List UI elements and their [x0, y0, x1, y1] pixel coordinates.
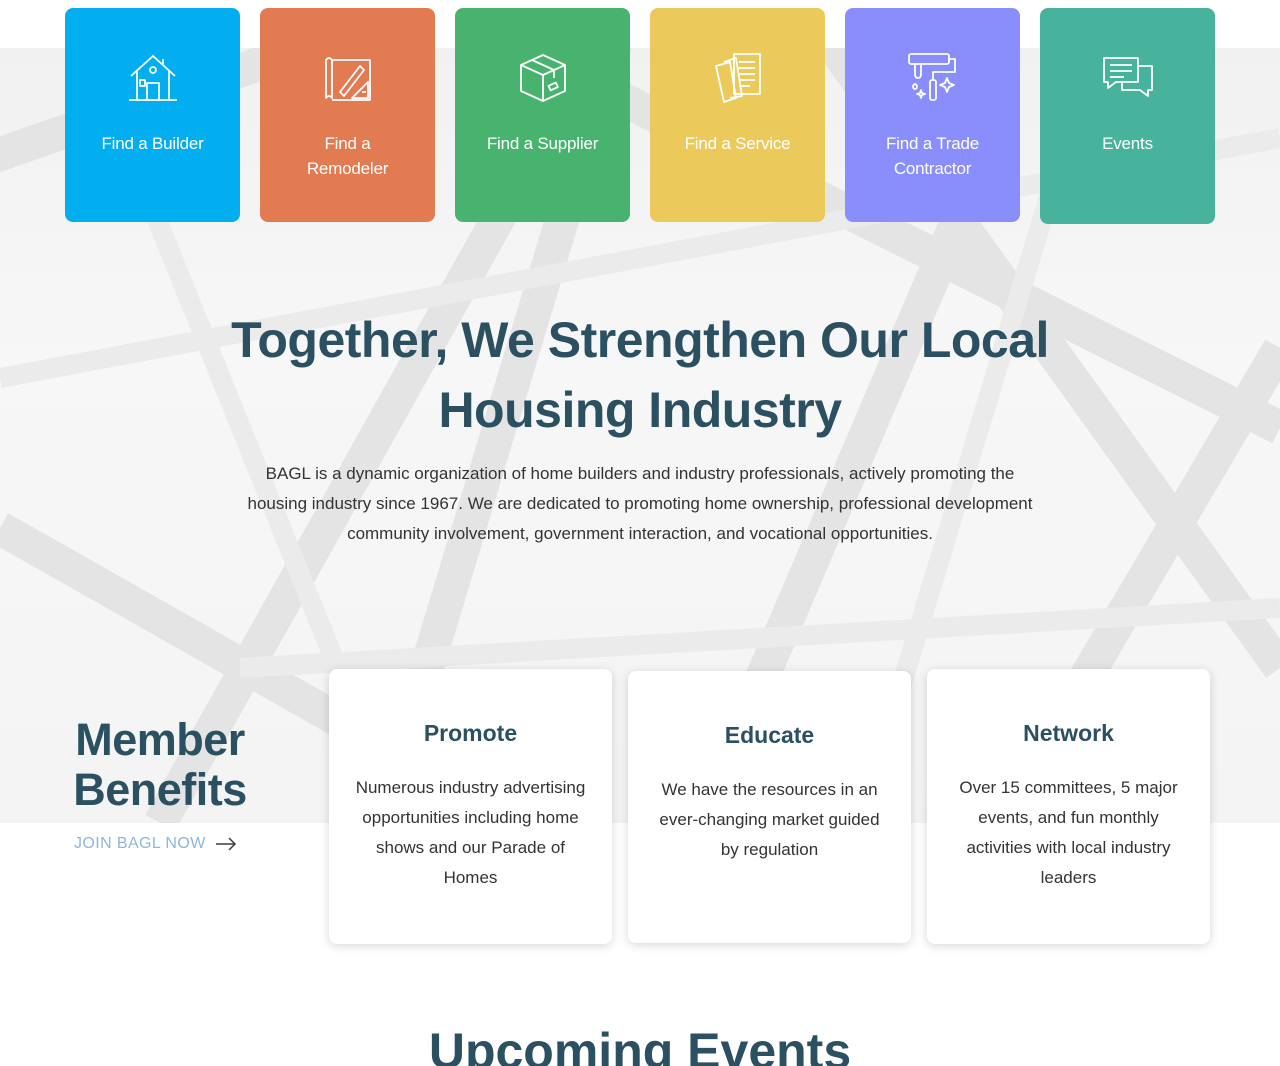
tile-label: Find a Remodeler	[306, 134, 389, 178]
paint-roller-icon	[907, 53, 956, 101]
tile-find-builder[interactable]: Find a Builder	[65, 8, 240, 222]
benefit-card-promote: Promote Numerous industry advertising op…	[329, 669, 612, 944]
hero-description: BAGL is a dynamic organization of home b…	[247, 464, 1033, 543]
tile-find-remodeler[interactable]: Find a Remodeler	[260, 8, 435, 222]
blueprint-icon	[324, 57, 371, 101]
card-title: Promote	[423, 720, 518, 746]
tile-find-service[interactable]: Find a Service	[650, 8, 825, 222]
tile-label: Find a Builder	[101, 134, 204, 153]
documents-icon	[714, 53, 761, 103]
upcoming-events-title: Upcoming Events	[428, 1023, 852, 1066]
benefit-card-educate: Educate We have the resources in an ever…	[628, 671, 911, 943]
house-icon	[128, 55, 177, 101]
card-text: We have the resources in an ever-changin…	[659, 780, 880, 859]
tile-label: Events	[1102, 134, 1153, 153]
card-text: Over 15 committees, 5 major events, and …	[959, 778, 1178, 887]
card-title: Network	[1023, 720, 1114, 746]
join-bagl-label: JOIN BAGL NOW	[74, 835, 206, 852]
arrow-right-icon	[215, 837, 236, 851]
card-title: Educate	[724, 722, 815, 748]
tile-find-trade-contractor[interactable]: Find a Trade Contractor	[845, 8, 1020, 222]
member-benefits-title: Member Benefits	[73, 714, 247, 815]
card-text: Numerous industry advertising opportunit…	[355, 778, 586, 887]
tile-events[interactable]: Events	[1040, 8, 1215, 224]
join-bagl-link[interactable]: JOIN BAGL NOW	[74, 832, 237, 856]
hero-title: Together, We Strengthen Our Local Housin…	[231, 312, 1049, 438]
benefit-card-network: Network Over 15 committees, 5 major even…	[927, 669, 1210, 944]
chat-bubbles-icon	[1102, 57, 1153, 97]
tile-label: Find a Service	[684, 134, 791, 153]
tile-find-supplier[interactable]: Find a Supplier	[455, 8, 630, 222]
tile-label: Find a Trade Contractor	[885, 134, 980, 178]
box-icon	[519, 54, 566, 102]
tile-label: Find a Supplier	[486, 134, 599, 153]
quick-links: Find a Builder Find a Remodeler Find a S…	[65, 8, 1215, 224]
